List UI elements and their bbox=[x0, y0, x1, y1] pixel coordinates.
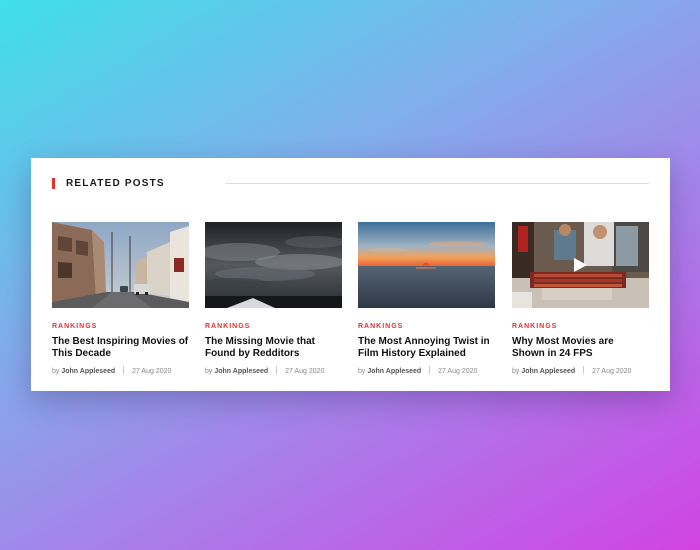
post-date: 27 Aug 2020 bbox=[438, 368, 478, 375]
post-thumbnail[interactable] bbox=[358, 222, 495, 308]
posts-grid: RANKINGS The Best Inspiring Movies of Th… bbox=[52, 222, 649, 382]
street-photo bbox=[52, 222, 189, 308]
by-label: by bbox=[205, 368, 213, 375]
post-category[interactable]: RANKINGS bbox=[512, 322, 649, 331]
post-meta: by John Appleseed 27 Aug 2020 bbox=[52, 366, 189, 376]
play-icon[interactable] bbox=[574, 258, 587, 272]
post-meta: by John Appleseed 27 Aug 2020 bbox=[512, 366, 649, 376]
post-category[interactable]: RANKINGS bbox=[205, 322, 342, 331]
meta-divider bbox=[583, 366, 585, 374]
meta-divider bbox=[276, 366, 278, 374]
by-label: by bbox=[52, 368, 60, 375]
post-title-link[interactable]: The Missing Movie that Found by Redditor… bbox=[205, 336, 342, 360]
meta-divider bbox=[429, 366, 431, 374]
post-category[interactable]: RANKINGS bbox=[52, 322, 189, 331]
accent-bar bbox=[52, 178, 55, 189]
post-category[interactable]: RANKINGS bbox=[358, 322, 495, 331]
post-thumbnail[interactable] bbox=[512, 222, 649, 308]
post-date: 27 Aug 2020 bbox=[592, 368, 632, 375]
post-thumbnail[interactable] bbox=[52, 222, 189, 308]
post-card[interactable]: RANKINGS Why Most Movies are Shown in 24… bbox=[512, 222, 649, 376]
post-date: 27 Aug 2020 bbox=[132, 368, 172, 375]
post-title-link[interactable]: Why Most Movies are Shown in 24 FPS bbox=[512, 336, 649, 360]
by-label: by bbox=[358, 368, 366, 375]
related-posts-card: RELATED POSTS RANKINGS The Best Inspirin… bbox=[31, 158, 670, 391]
post-title-link[interactable]: The Best Inspiring Movies of This Decade bbox=[52, 336, 189, 360]
section-header: RELATED POSTS bbox=[52, 178, 649, 192]
post-author-link[interactable]: John Appleseed bbox=[367, 368, 421, 375]
post-author-link[interactable]: John Appleseed bbox=[521, 368, 575, 375]
post-card[interactable]: RANKINGS The Best Inspiring Movies of Th… bbox=[52, 222, 189, 376]
post-meta: by John Appleseed 27 Aug 2020 bbox=[358, 366, 495, 376]
post-title-link[interactable]: The Most Annoying Twist in Film History … bbox=[358, 336, 495, 360]
post-meta: by John Appleseed 27 Aug 2020 bbox=[205, 366, 342, 376]
post-card[interactable]: RANKINGS The Missing Movie that Found by… bbox=[205, 222, 342, 376]
stormy-sky-photo bbox=[205, 222, 342, 308]
meta-divider bbox=[123, 366, 125, 374]
post-thumbnail[interactable] bbox=[205, 222, 342, 308]
post-author-link[interactable]: John Appleseed bbox=[61, 368, 115, 375]
by-label: by bbox=[512, 368, 520, 375]
post-card[interactable]: RANKINGS The Most Annoying Twist in Film… bbox=[358, 222, 495, 376]
section-title: RELATED POSTS bbox=[66, 178, 165, 189]
post-author-link[interactable]: John Appleseed bbox=[214, 368, 268, 375]
ocean-sunset-photo bbox=[358, 222, 495, 308]
post-date: 27 Aug 2020 bbox=[285, 368, 325, 375]
header-divider bbox=[225, 183, 649, 184]
